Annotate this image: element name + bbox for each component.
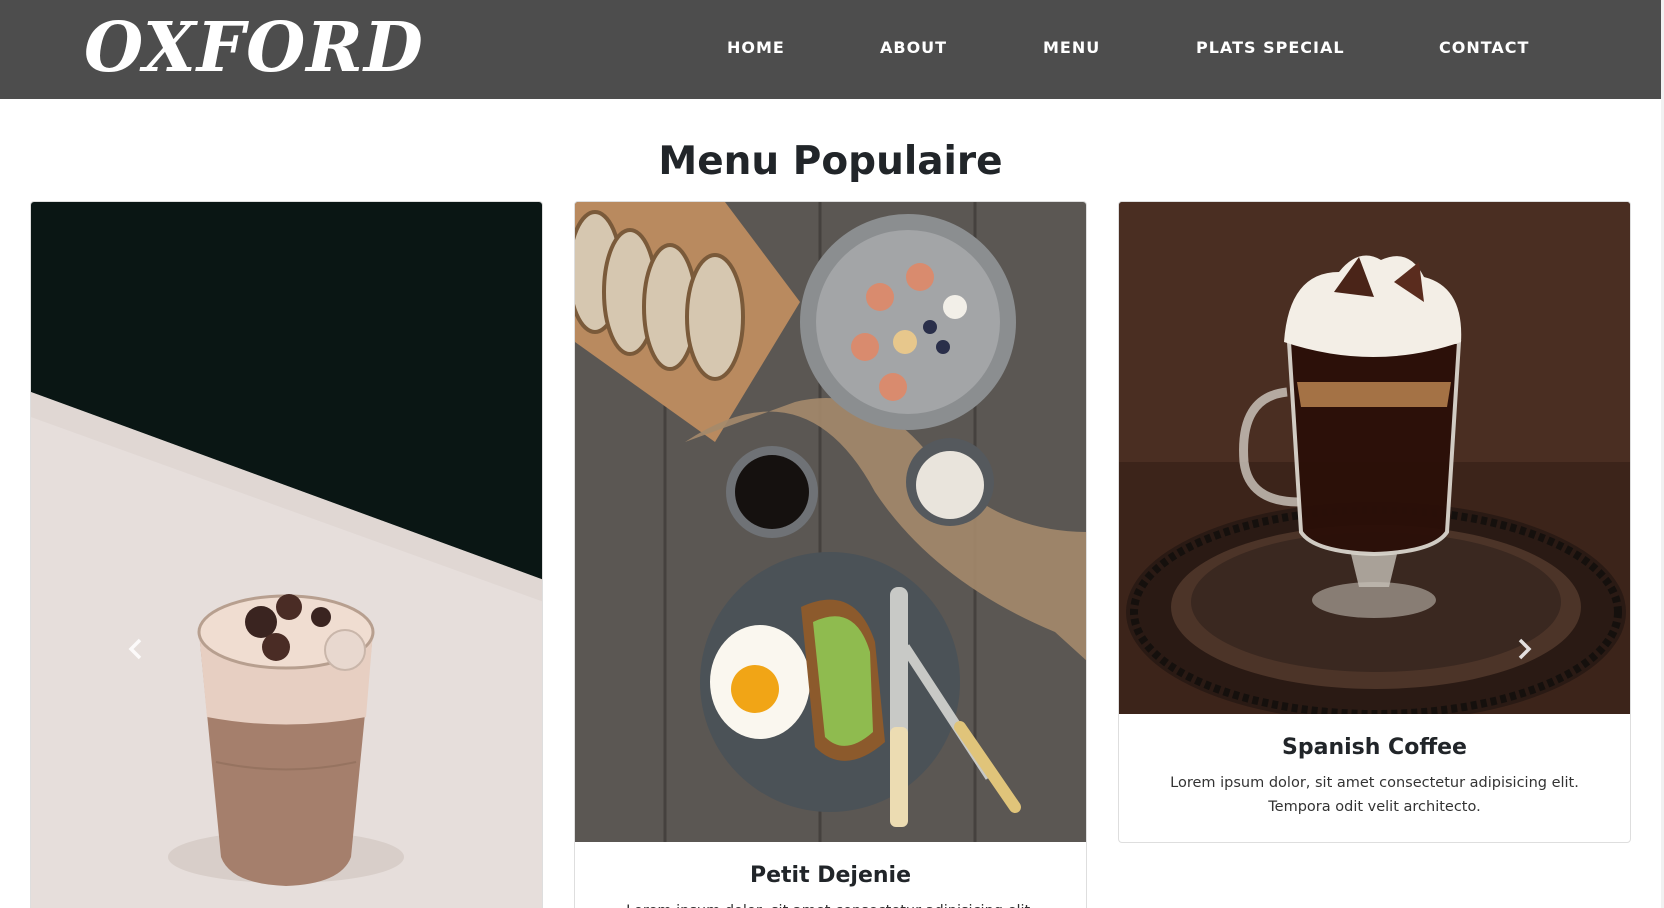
nav-link-home[interactable]: HOME — [727, 38, 785, 58]
card-image-iced-coffee — [31, 202, 542, 908]
nav-link-menu[interactable]: MENU — [1043, 38, 1100, 58]
chevron-right-icon — [1518, 638, 1532, 660]
menu-card-2[interactable]: Petit Dejenie Lorem ipsum dolor, sit ame… — [574, 201, 1087, 908]
menu-card-1[interactable] — [30, 201, 543, 908]
nav-link-contact[interactable]: CONTACT — [1439, 38, 1529, 58]
card-body-3: Spanish Coffee Lorem ipsum dolor, sit am… — [1119, 714, 1630, 839]
chevron-left-icon — [128, 638, 142, 660]
card-image-spanish-coffee — [1119, 202, 1630, 714]
section-title: Menu Populaire — [658, 139, 1003, 184]
carousel-prev-button[interactable] — [121, 634, 151, 664]
nav-link-plats-special[interactable]: PLATS SPECIAL — [1196, 38, 1345, 58]
card-title: Spanish Coffee — [1282, 735, 1467, 760]
card-body-2: Petit Dejenie Lorem ipsum dolor, sit ame… — [575, 842, 1086, 908]
card-title: Petit Dejenie — [749, 863, 912, 888]
card-image-breakfast — [575, 202, 1086, 842]
nav-link-about[interactable]: ABOUT — [880, 38, 947, 58]
card-text: Lorem ipsum dolor, sit amet consectetur … — [595, 899, 1066, 908]
top-navbar: OXFORD HOME ABOUT MENU PLATS SPECIAL CON… — [0, 0, 1661, 99]
brand-logo[interactable]: OXFORD — [84, 6, 424, 90]
card-text: Lorem ipsum dolor, sit amet consectetur … — [1170, 775, 1579, 815]
carousel-next-button[interactable] — [1509, 634, 1539, 664]
menu-card-3[interactable]: Spanish Coffee Lorem ipsum dolor, sit am… — [1118, 201, 1631, 843]
